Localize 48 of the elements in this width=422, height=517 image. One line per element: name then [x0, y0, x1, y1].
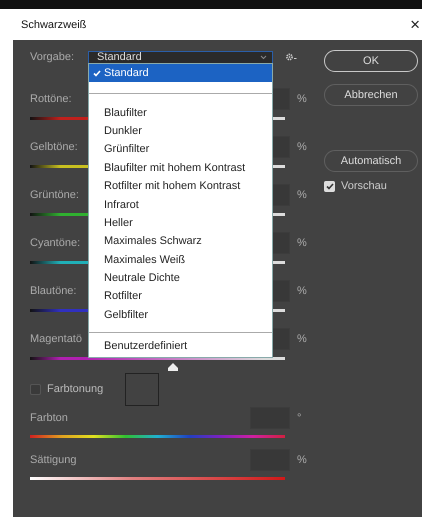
- menu-item[interactable]: Infrarot: [89, 195, 272, 214]
- menu-item[interactable]: Rotfilter: [89, 287, 272, 306]
- close-button[interactable]: ×: [408, 16, 422, 33]
- unit-label: %: [297, 454, 308, 466]
- preset-dropdown[interactable]: Standard: [88, 50, 274, 64]
- hue-slider-track[interactable]: [30, 435, 285, 438]
- unit-label: %: [297, 93, 308, 105]
- menu-item[interactable]: Blaufilter: [89, 103, 272, 122]
- saturation-slider-track[interactable]: [30, 477, 285, 480]
- menu-item[interactable]: Grünfilter: [89, 140, 272, 159]
- tint-checkbox[interactable]: [30, 384, 41, 394]
- gear-icon[interactable]: [285, 52, 298, 62]
- channel-label: Magentatö: [30, 333, 82, 345]
- menu-item[interactable]: Dunkler: [89, 122, 272, 140]
- preview-checkbox[interactable]: [324, 180, 335, 192]
- channel-label: Gelbtöne:: [30, 141, 78, 153]
- checkbox-label: Farbtonung: [47, 383, 104, 395]
- menu-item[interactable]: Blaufilter mit hohem Kontrast: [89, 158, 272, 177]
- hue-label: Farbton: [30, 412, 68, 424]
- unit-label: %: [297, 285, 308, 297]
- channel-label: Blautöne:: [30, 285, 76, 297]
- saturation-label: Sättigung: [30, 454, 76, 466]
- channel-label: Grüntöne:: [30, 189, 79, 201]
- menu-item[interactable]: Maximales Weiß: [89, 250, 272, 269]
- chevron-icon: [260, 54, 268, 60]
- unit-label: %: [297, 237, 308, 249]
- channel-label: Rottöne:: [30, 93, 72, 105]
- slider-thumb[interactable]: [168, 363, 178, 371]
- menu-item[interactable]: Maximales Schwarz: [89, 232, 272, 251]
- menu-item[interactable]: Rotfilter mit hohem Kontrast: [89, 176, 272, 196]
- checkbox-label: Vorschau: [341, 180, 387, 192]
- dialog-button[interactable]: Abbrechen: [324, 84, 418, 106]
- dialog-button[interactable]: Automatisch: [324, 150, 418, 172]
- menu-item[interactable]: Heller: [89, 214, 272, 232]
- unit-label: %: [297, 189, 308, 201]
- dialog-button[interactable]: OK: [324, 50, 418, 72]
- menu-item[interactable]: Benutzerdefiniert: [89, 337, 272, 356]
- unit-label: %: [297, 333, 308, 345]
- menu-item[interactable]: Gelbfilter: [89, 306, 272, 324]
- preset-label: Vorgabe:: [30, 51, 74, 63]
- unit-label: %: [297, 141, 308, 153]
- window-title: Schwarzweiß: [21, 18, 86, 30]
- color-swatch[interactable]: [125, 372, 160, 406]
- checkmark-icon: [93, 70, 101, 77]
- menu-item[interactable]: Standard: [89, 64, 272, 82]
- unit-label: °: [297, 412, 302, 424]
- menu-item[interactable]: Neutrale Dichte: [89, 268, 272, 288]
- channel-label: Cyantöne:: [30, 237, 80, 249]
